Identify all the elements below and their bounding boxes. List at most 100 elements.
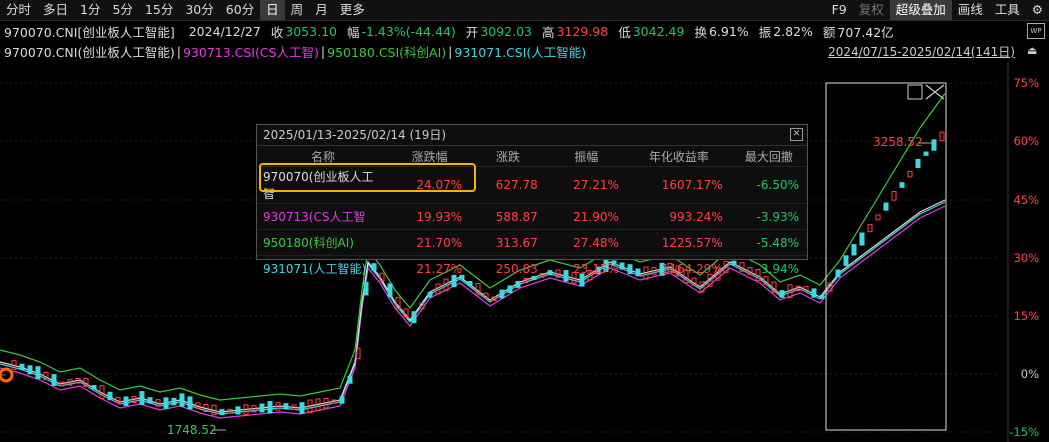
candle (267, 401, 273, 414)
candle (123, 396, 129, 406)
row-drawdown: -3.93% (730, 203, 807, 230)
date-label: 2024/12/27 (188, 23, 261, 39)
candle (819, 294, 825, 300)
row-annual: 993.24% (626, 203, 731, 230)
candle (363, 281, 369, 296)
f9-button[interactable]: F9 (826, 0, 853, 20)
tf-1min[interactable]: 1分 (74, 0, 106, 20)
col-chg: 涨跌 (495, 149, 520, 164)
row-drawdown: -6.50% (730, 166, 807, 204)
candle (179, 393, 185, 407)
tf-more[interactable]: 更多 (334, 0, 371, 20)
candle (147, 397, 153, 404)
table-row[interactable]: 950180(科创AI) 21.70% 313.67 27.48% 1225.5… (257, 229, 807, 256)
candle (91, 384, 97, 390)
amount-value: 707.42亿 (837, 24, 894, 40)
candle (779, 290, 785, 298)
candle (835, 269, 841, 278)
tf-60min[interactable]: 60分 (220, 0, 260, 20)
candle (27, 365, 33, 375)
candle (163, 397, 169, 410)
col-drawdown: 最大回撤 (744, 149, 793, 164)
high-annotation: 3258.52 (873, 135, 923, 149)
low-annotation: 1748.52 (167, 423, 217, 437)
candle (259, 403, 265, 413)
popup-title: 2025/01/13-2025/02/14 (19日) (263, 128, 447, 142)
table-row[interactable]: 931071(人工智能) 21.27% 250.83 23.15% 1164.2… (257, 255, 807, 281)
candle (923, 151, 929, 156)
close-icon[interactable]: ✕ (790, 128, 803, 141)
settings-gear-icon[interactable]: ⚙ (1026, 0, 1049, 20)
tf-day[interactable]: 日 (260, 0, 285, 20)
candle (499, 289, 505, 299)
legend-931071[interactable]: 931071.CSI(人工智能) (454, 42, 586, 61)
legend-sep: | (448, 43, 453, 59)
row-annual: 1225.57% (626, 229, 731, 256)
open-value: 3092.03 (480, 23, 532, 39)
tf-30min[interactable]: 30分 (179, 0, 219, 20)
legend-950180[interactable]: 950180.CSI(科创AI) (327, 42, 446, 61)
tf-week[interactable]: 周 (285, 0, 310, 20)
col-annual: 年化收益率 (648, 149, 709, 164)
row-pct: 21.70% (389, 229, 471, 256)
close-selection-icon (925, 84, 945, 100)
table-row[interactable]: 930713(CS人工智 19.93% 588.87 21.90% 993.24… (257, 203, 807, 230)
legend-sep: | (320, 43, 326, 59)
row-amp: 27.21% (545, 166, 627, 204)
change-value: -1.43%(-44.44) (361, 23, 456, 39)
tf-15min[interactable]: 15分 (139, 0, 179, 20)
y-tick-neg15: -15% (1009, 425, 1039, 439)
candle (187, 396, 193, 410)
candle (891, 190, 897, 201)
row-drawdown: -3.94% (730, 255, 807, 281)
candle (299, 402, 305, 414)
row-amp: 27.48% (545, 229, 627, 256)
row-name: 931071(人工智能) (257, 255, 389, 281)
y-tick-0: 0% (1020, 367, 1039, 381)
candle (283, 403, 289, 410)
low-value: 3042.49 (632, 23, 685, 39)
legend-970070[interactable]: 970070.CNI(创业板人工智能) (4, 42, 175, 61)
highlight-box (259, 163, 476, 192)
row-name: 930713(CS人工智 (257, 203, 389, 230)
candle (931, 139, 937, 151)
super-overlay-button[interactable]: 超级叠加 (889, 0, 952, 20)
row-amp: 23.15% (545, 255, 627, 281)
wp-icon[interactable]: WP (1027, 23, 1045, 39)
candle (339, 396, 345, 404)
row-annual: 1164.29% (626, 255, 731, 281)
draw-line-button[interactable]: 画线 (952, 0, 989, 20)
adjust-button[interactable]: 复权 (853, 0, 890, 20)
tf-multiday[interactable]: 多日 (37, 0, 74, 20)
col-amp: 振幅 (574, 149, 599, 164)
candle (883, 202, 889, 211)
candle (347, 375, 353, 384)
candle (427, 292, 433, 298)
row-chg: 588.87 (470, 203, 546, 230)
date-range-label[interactable]: 2024/07/15-2025/02/14(141日) (828, 43, 1015, 60)
quote-info-bar: 970070.CNI[创业板人工智能] 2024/12/27 收 3053.10… (0, 21, 1049, 41)
y-tick-75: 75% (1013, 76, 1039, 90)
candle (507, 285, 513, 293)
candle (851, 244, 857, 256)
candle (387, 283, 393, 298)
candle (171, 397, 177, 406)
tf-5min[interactable]: 5分 (106, 0, 138, 20)
y-tick-30: 30% (1013, 251, 1039, 265)
change-label: 幅 (346, 24, 360, 40)
candle (51, 374, 57, 386)
row-amp: 21.90% (545, 203, 627, 230)
candle (907, 170, 913, 178)
collapse-icon[interactable]: ⏏ (1027, 44, 1043, 58)
row-annual: 1607.17% (626, 166, 731, 204)
tf-fenshi[interactable]: 分时 (0, 0, 37, 20)
candle (467, 281, 473, 286)
candle (811, 288, 817, 298)
tf-month[interactable]: 月 (309, 0, 334, 20)
toolbar-right: F9 复权 超级叠加 画线 工具 ⚙ (826, 0, 1049, 20)
legend-930713[interactable]: 930713.CSI(CS人工智) (183, 42, 319, 61)
interval-stats-popup: 2025/01/13-2025/02/14 (19日) ✕ 名称 涨跌幅 涨跌 … (256, 124, 808, 281)
tools-button[interactable]: 工具 (989, 0, 1026, 20)
period-toolbar: 分时 多日 1分 5分 15分 30分 60分 日 周 月 更多 F9 复权 超… (0, 0, 1049, 21)
row-name: 950180(科创AI) (257, 229, 389, 256)
